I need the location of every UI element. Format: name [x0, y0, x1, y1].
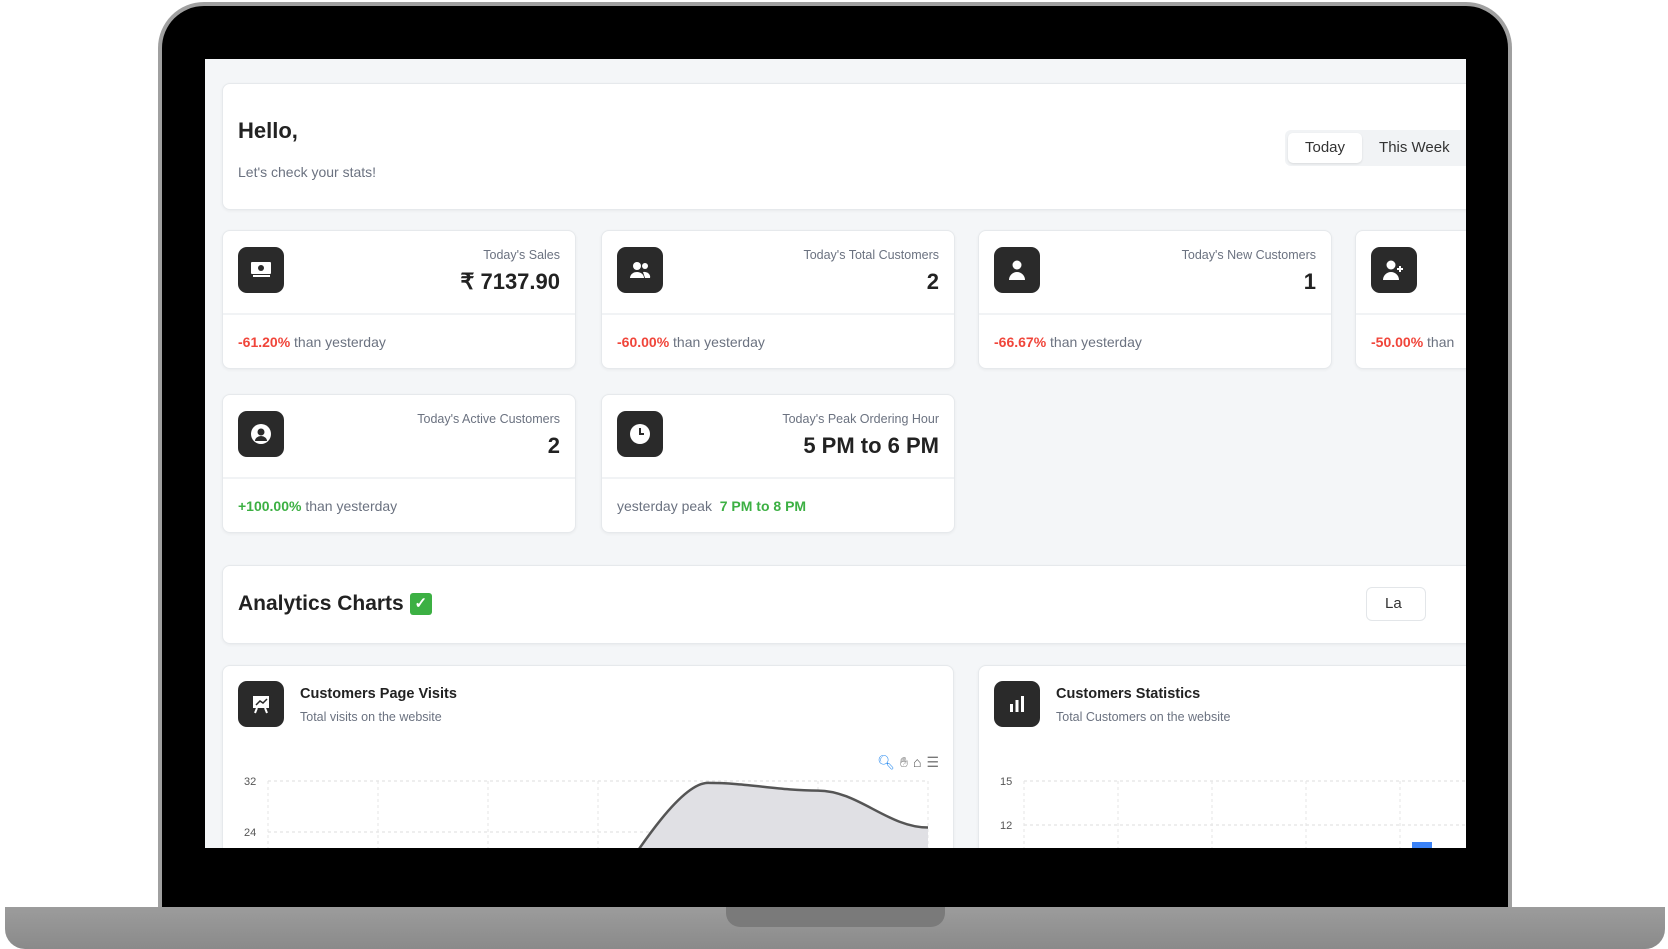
stat-label: Today's New Customers — [1181, 248, 1316, 262]
divider — [602, 313, 954, 315]
stat-value: ₹ 7137.90 — [460, 269, 560, 294]
page-visits-plot: 32 24 — [244, 776, 929, 848]
stat-change: +100.00% than yesterday — [238, 498, 397, 514]
change-suffix: than yesterday — [305, 498, 398, 514]
bar — [1412, 842, 1432, 848]
stat-value: 2 — [926, 269, 939, 294]
peak-prefix: yesterday peak — [617, 498, 712, 514]
chart-emoji-icon: ✓ — [409, 593, 432, 615]
stat-card-total-customers: Today's Total Customers 2 -60.00% than y… — [601, 230, 955, 369]
analytics-header: Analytics Charts ✓ La — [222, 565, 1466, 644]
greeting-card: Hello, Let's check your stats! Today Thi… — [222, 83, 1466, 210]
y-tick-label: 32 — [244, 776, 256, 788]
laptop-notch — [726, 907, 945, 927]
yesterday-peak: 7 PM to 8 PM — [719, 498, 807, 514]
stat-change: -66.67% than yesterday — [994, 334, 1142, 350]
stat-card-peak-hour: Today's Peak Ordering Hour 5 PM to 6 PM … — [601, 394, 955, 533]
stat-change: -61.20% than yesterday — [238, 334, 386, 350]
greeting-title: Hello, — [238, 118, 298, 143]
clock-icon — [617, 411, 663, 457]
greeting-subtitle: Let's check your stats! — [238, 164, 377, 180]
change-percent: +100.00% — [238, 498, 302, 514]
analytics-title: Analytics Charts ✓ — [238, 592, 432, 616]
change-suffix: than yesterday — [673, 334, 765, 350]
stat-value: 5 PM to 6 PM — [803, 433, 939, 458]
divider — [223, 477, 575, 479]
change-percent: -66.67% — [994, 334, 1047, 350]
y-tick-label: 12 — [1000, 820, 1012, 832]
peak-compare: yesterday peak 7 PM to 8 PM — [617, 498, 806, 514]
area-fill — [639, 782, 928, 848]
stat-card-new-customers: Today's New Customers 1 -66.67% than yes… — [978, 230, 1332, 369]
users-icon — [617, 247, 663, 293]
change-suffix: than yesterday — [1050, 334, 1142, 350]
stat-card-active-customers: Today's Active Customers 2 +100.00% than… — [222, 394, 576, 533]
stat-label: Today's Peak Ordering Hour — [782, 412, 939, 426]
change-suffix: than yesterday — [294, 334, 386, 350]
user-circle-icon — [238, 411, 284, 457]
range-select[interactable]: La — [1366, 587, 1426, 621]
stat-change: -60.00% than yesterday — [617, 334, 765, 350]
change-suffix: than — [1427, 334, 1455, 350]
divider — [223, 313, 575, 315]
stat-change: -50.00% than — [1371, 334, 1454, 350]
analytics-title-text: Analytics Charts — [238, 592, 404, 615]
change-percent: -50.00% — [1371, 334, 1424, 350]
divider — [602, 477, 954, 479]
stat-card-sales: Today's Sales ₹ 7137.90 -61.20% than yes… — [222, 230, 576, 369]
y-tick-label: 24 — [244, 827, 256, 839]
y-tick-label: 15 — [1000, 776, 1012, 788]
stat-label: Today's Total Customers — [803, 248, 939, 262]
user-plus-icon — [1371, 247, 1417, 293]
stat-value: 2 — [547, 433, 560, 458]
period-toggle: Today This Week — [1285, 130, 1466, 166]
customer-stats-chart-card: Customers Statistics Total Customers on … — [978, 665, 1466, 848]
customer-stats-plot: 1512 — [1000, 776, 1466, 848]
divider — [979, 313, 1331, 315]
change-percent: -61.20% — [238, 334, 291, 350]
stat-label: Today's Active Customers — [417, 412, 560, 426]
user-icon — [994, 247, 1040, 293]
tab-today[interactable]: Today — [1288, 133, 1363, 163]
divider — [1356, 313, 1466, 315]
stat-card-returning-customers: -50.00% than — [1355, 230, 1466, 369]
money-icon — [238, 247, 284, 293]
tab-this-week[interactable]: This Week — [1362, 133, 1466, 163]
stat-label: Today's Sales — [483, 248, 560, 262]
change-percent: -60.00% — [617, 334, 670, 350]
page-visits-chart-card: Customers Page Visits Total visits on th… — [222, 665, 954, 848]
screen: Hello, Let's check your stats! Today Thi… — [205, 59, 1466, 848]
stat-value: 1 — [1303, 269, 1316, 294]
